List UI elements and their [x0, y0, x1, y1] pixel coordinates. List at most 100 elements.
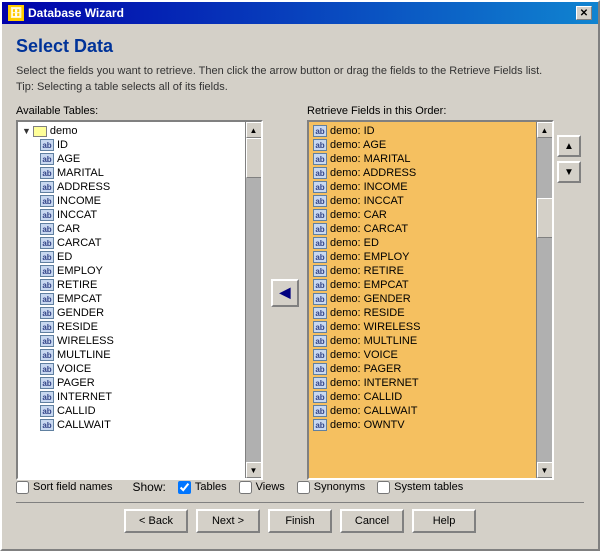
list-item[interactable]: abdemo: CALLWAIT — [311, 404, 534, 418]
list-item[interactable]: abdemo: RESIDE — [311, 306, 534, 320]
list-item[interactable]: ab RESIDE — [20, 320, 243, 334]
list-item[interactable]: abdemo: CAR — [311, 208, 534, 222]
scroll-down-btn[interactable]: ▼ — [246, 462, 262, 478]
list-item[interactable]: abdemo: CARCAT — [311, 222, 534, 236]
field-icon: ab — [313, 209, 327, 221]
field-icon: ab — [313, 363, 327, 375]
sort-down-button[interactable]: ▼ — [557, 161, 581, 183]
list-item[interactable]: abdemo: ADDRESS — [311, 166, 534, 180]
list-item[interactable]: abdemo: INCOME — [311, 180, 534, 194]
field-icon: ab — [313, 419, 327, 431]
list-item[interactable]: ab EMPLOY — [20, 264, 243, 278]
retrieve-fields-content[interactable]: abdemo: ID abdemo: AGE abdemo: MARITAL a… — [309, 122, 536, 478]
list-item[interactable]: ab GENDER — [20, 306, 243, 320]
available-tables-listbox[interactable]: ▼ demo ab ID ab AGE — [16, 120, 263, 480]
list-item[interactable]: abdemo: MULTLINE — [311, 334, 534, 348]
field-icon: ab — [313, 293, 327, 305]
retrieve-fields-scrollbar[interactable]: ▲ ▼ — [536, 122, 552, 478]
help-button[interactable]: Help — [412, 509, 476, 533]
field-icon: ab — [313, 405, 327, 417]
scroll-thumb[interactable] — [246, 138, 262, 178]
list-item[interactable]: abdemo: RETIRE — [311, 264, 534, 278]
window-icon: 🗄 — [8, 5, 24, 21]
field-icon: ab — [313, 307, 327, 319]
list-item[interactable]: abdemo: GENDER — [311, 292, 534, 306]
available-tables-content[interactable]: ▼ demo ab ID ab AGE — [18, 122, 245, 478]
system-tables-checkbox-label[interactable]: System tables — [377, 481, 463, 494]
list-item[interactable]: abdemo: ED — [311, 236, 534, 250]
views-checkbox-label[interactable]: Views — [239, 481, 285, 494]
tree-item-root[interactable]: ▼ demo — [20, 124, 243, 138]
retrieve-fields-listbox[interactable]: abdemo: ID abdemo: AGE abdemo: MARITAL a… — [307, 120, 554, 480]
system-tables-label: System tables — [394, 481, 463, 493]
list-item[interactable]: ab WIRELESS — [20, 334, 243, 348]
scroll-thumb[interactable] — [537, 198, 553, 238]
synonyms-checkbox[interactable] — [297, 481, 310, 494]
list-item[interactable]: abdemo: EMPLOY — [311, 250, 534, 264]
field-icon: ab — [40, 223, 54, 235]
list-item[interactable]: ab EMPCAT — [20, 292, 243, 306]
field-icon: ab — [40, 237, 54, 249]
system-tables-checkbox[interactable] — [377, 481, 390, 494]
close-button[interactable]: ✕ — [576, 6, 592, 20]
list-item[interactable]: ab MULTLINE — [20, 348, 243, 362]
scroll-track[interactable] — [537, 138, 553, 462]
list-item[interactable]: ab AGE — [20, 152, 243, 166]
field-icon: ab — [313, 181, 327, 193]
scroll-up-btn[interactable]: ▲ — [246, 122, 262, 138]
field-icon: ab — [40, 321, 54, 333]
sort-up-button[interactable]: ▲ — [557, 135, 581, 157]
sort-field-names-checkbox-label[interactable]: Sort field names — [16, 481, 112, 494]
list-item[interactable]: ab ADDRESS — [20, 180, 243, 194]
views-label: Views — [256, 481, 285, 493]
field-icon: ab — [40, 265, 54, 277]
list-item[interactable]: abdemo: INTERNET — [311, 376, 534, 390]
synonyms-checkbox-label[interactable]: Synonyms — [297, 481, 365, 494]
list-item[interactable]: ab CALLID — [20, 404, 243, 418]
field-icon: ab — [313, 195, 327, 207]
retrieve-fields-panel: Retrieve Fields in this Order: abdemo: I… — [307, 105, 554, 480]
list-item[interactable]: ab INTERNET — [20, 390, 243, 404]
list-item[interactable]: abdemo: OWNTV — [311, 418, 534, 432]
list-item[interactable]: abdemo: PAGER — [311, 362, 534, 376]
field-icon: ab — [313, 335, 327, 347]
list-item[interactable]: ab PAGER — [20, 376, 243, 390]
cancel-button[interactable]: Cancel — [340, 509, 404, 533]
list-item[interactable]: abdemo: CALLID — [311, 390, 534, 404]
list-item[interactable]: ab ED — [20, 250, 243, 264]
list-item[interactable]: abdemo: AGE — [311, 138, 534, 152]
sort-field-names-checkbox[interactable] — [16, 481, 29, 494]
list-item[interactable]: ab VOICE — [20, 362, 243, 376]
back-button[interactable]: < Back — [124, 509, 188, 533]
list-item[interactable]: ab INCOME — [20, 194, 243, 208]
field-icon: ab — [313, 391, 327, 403]
tables-label: Tables — [195, 481, 227, 493]
list-item[interactable]: abdemo: WIRELESS — [311, 320, 534, 334]
scroll-track[interactable] — [246, 138, 262, 462]
list-item[interactable]: ab MARITAL — [20, 166, 243, 180]
list-item[interactable]: abdemo: MARITAL — [311, 152, 534, 166]
field-icon: ab — [313, 349, 327, 361]
scroll-up-btn[interactable]: ▲ — [537, 122, 553, 138]
available-tables-scrollbar[interactable]: ▲ ▼ — [245, 122, 261, 478]
tables-checkbox[interactable] — [178, 481, 191, 494]
list-item[interactable]: ab CALLWAIT — [20, 418, 243, 432]
list-item[interactable]: ab ID — [20, 138, 243, 152]
views-checkbox[interactable] — [239, 481, 252, 494]
next-button[interactable]: Next > — [196, 509, 260, 533]
field-icon: ab — [40, 391, 54, 403]
scroll-down-btn[interactable]: ▼ — [537, 462, 553, 478]
list-item[interactable]: ab CAR — [20, 222, 243, 236]
window-title: Database Wizard — [28, 6, 124, 20]
list-item[interactable]: abdemo: INCCAT — [311, 194, 534, 208]
list-item[interactable]: ab RETIRE — [20, 278, 243, 292]
field-icon: ab — [40, 181, 54, 193]
list-item[interactable]: abdemo: VOICE — [311, 348, 534, 362]
list-item[interactable]: ab CARCAT — [20, 236, 243, 250]
list-item[interactable]: abdemo: EMPCAT — [311, 278, 534, 292]
finish-button[interactable]: Finish — [268, 509, 332, 533]
move-left-button[interactable]: ◀ — [271, 279, 299, 307]
list-item[interactable]: ab INCCAT — [20, 208, 243, 222]
list-item[interactable]: abdemo: ID — [311, 124, 534, 138]
tables-checkbox-label[interactable]: Tables — [178, 481, 227, 494]
